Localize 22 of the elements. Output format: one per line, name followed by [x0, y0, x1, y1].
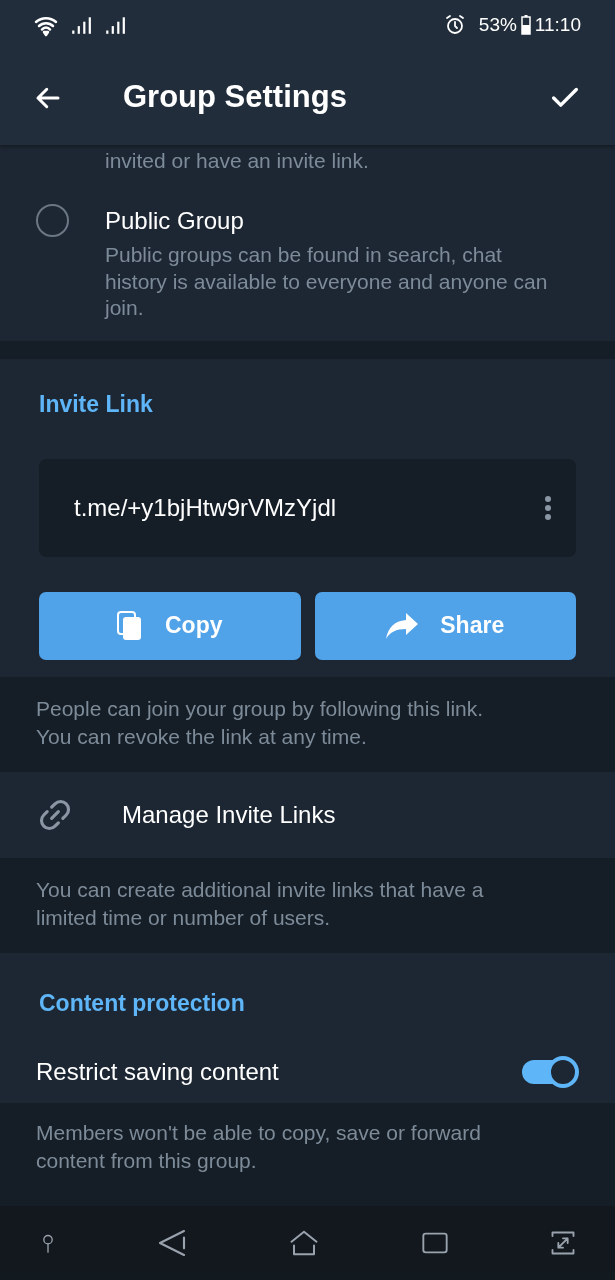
- radio-button[interactable]: [36, 204, 69, 237]
- section-heading: Content protection: [38, 989, 246, 1018]
- setting-label: Restrict saving content: [36, 1056, 279, 1087]
- screen-title: Group Settings: [123, 78, 348, 117]
- battery-percent: 53%: [478, 12, 517, 37]
- signal-icon: [70, 14, 92, 36]
- signal-icon: [104, 14, 126, 36]
- section-heading: Invite Link: [39, 390, 154, 419]
- option-description: invited or have an invite link.: [104, 148, 370, 174]
- help-text: You can create additional invite links that have a limited time or number of users.: [36, 877, 485, 931]
- option-label[interactable]: Public Group: [105, 204, 561, 237]
- more-options-icon[interactable]: [545, 495, 551, 520]
- help-text: People can join your group by following this link. You can revoke the link at any time.: [36, 696, 485, 750]
- invite-link-field[interactable]: t.me/+y1bjHtw9rVMzYjdl: [39, 458, 576, 557]
- toggle-switch[interactable]: [521, 1055, 579, 1088]
- copy-icon: [117, 610, 143, 641]
- share-arrow-icon: [386, 612, 419, 639]
- option-description: Public groups can be found in search, chat history is available to everyone and anyone can join.: [105, 242, 549, 321]
- manage-invite-links-row[interactable]: Manage Invite Links: [0, 772, 615, 858]
- battery-icon: [520, 15, 531, 35]
- help-text: Members won't be able to copy, save or forward content from this group.: [36, 1120, 482, 1174]
- clock-time: 11:10: [534, 12, 581, 37]
